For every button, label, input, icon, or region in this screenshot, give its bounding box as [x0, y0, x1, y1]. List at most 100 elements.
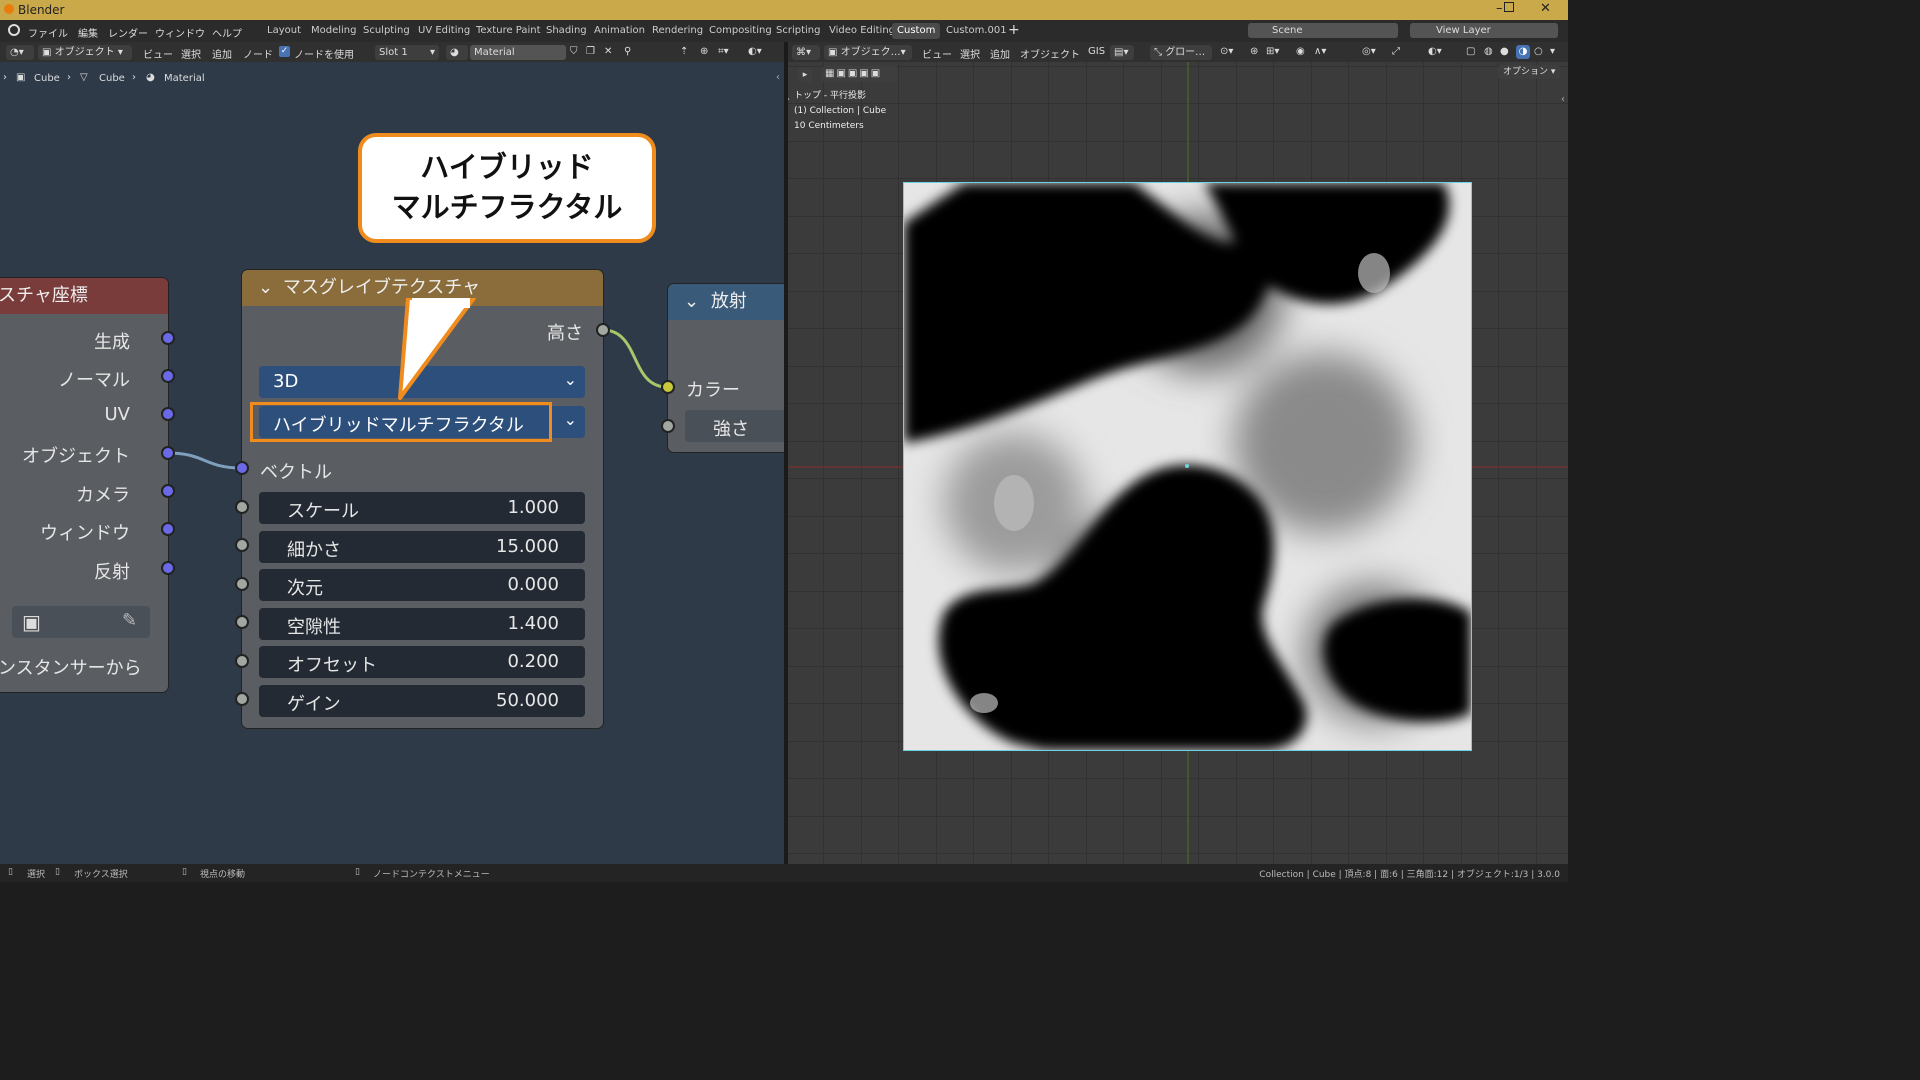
- input-dimension-socket[interactable]: [235, 577, 249, 591]
- falloff-icon[interactable]: ∧▾: [1314, 46, 1326, 57]
- menu-node[interactable]: ノード: [243, 46, 273, 61]
- snap-settings-icon[interactable]: ⌗▾: [718, 46, 729, 57]
- gis-icon[interactable]: ▤▾: [1110, 45, 1134, 60]
- overlay-icon[interactable]: ◐▾: [748, 46, 762, 57]
- shading-options-icon[interactable]: ▾: [1550, 46, 1555, 57]
- add-workspace-icon[interactable]: +: [1008, 22, 1020, 38]
- viewport-menu-select[interactable]: 選択: [960, 46, 980, 61]
- blender-menu-icon[interactable]: [8, 24, 20, 36]
- viewport-menu-view[interactable]: ビュー: [922, 46, 952, 61]
- snap-toggle-icon[interactable]: ⊛: [1250, 46, 1258, 57]
- menu-select[interactable]: 選択: [181, 46, 201, 61]
- wireframe-shading-icon[interactable]: ◍: [1484, 46, 1493, 57]
- viewport-overlay-icon[interactable]: ◐▾: [1428, 46, 1442, 57]
- editor-type-menu[interactable]: ◔▾: [6, 45, 34, 60]
- toolbar-toggle-icon[interactable]: ›: [788, 94, 790, 105]
- tab-uv-editing[interactable]: UV Editing: [413, 23, 475, 39]
- parent-node-icon[interactable]: ⇡: [680, 46, 688, 57]
- input-lacunarity-socket[interactable]: [235, 615, 249, 629]
- output-uv-socket[interactable]: [161, 407, 175, 421]
- menu-help[interactable]: ヘルプ: [212, 25, 242, 40]
- input-strength-socket[interactable]: [661, 419, 675, 433]
- tab-layout[interactable]: Layout: [262, 23, 306, 39]
- strength-field[interactable]: 強さ: [685, 410, 784, 442]
- gizmo-icon[interactable]: ⤢: [1392, 46, 1400, 57]
- viewport-menu-object[interactable]: オブジェクト: [1020, 46, 1080, 61]
- pivot-icon[interactable]: ⊙▾: [1220, 46, 1233, 57]
- viewport-editor-type-menu[interactable]: ⌘▾: [792, 45, 820, 60]
- input-scale-socket[interactable]: [235, 500, 249, 514]
- menu-window[interactable]: ウィンドウ: [155, 25, 205, 40]
- emission-node[interactable]: ⌄ 放射 カラー 強さ: [661, 284, 784, 452]
- pin-icon[interactable]: ⚲: [624, 46, 631, 57]
- collapse-chevron-icon[interactable]: ⌄: [258, 277, 273, 298]
- transform-orientation-dropdown[interactable]: ⤡ グロー…▾: [1150, 45, 1212, 73]
- proportional-edit-icon[interactable]: ◉: [1296, 46, 1305, 57]
- tab-video-editing[interactable]: Video Editing: [824, 23, 900, 39]
- slot-dropdown[interactable]: Slot 1 ▾: [375, 45, 439, 60]
- offset-field[interactable]: オフセット 0.200: [259, 646, 585, 678]
- rendered-shading-icon[interactable]: ○: [1534, 46, 1543, 57]
- xray-icon[interactable]: ▢: [1466, 46, 1475, 57]
- tab-scripting[interactable]: Scripting: [771, 23, 825, 39]
- scene-selector[interactable]: Scene: [1248, 23, 1398, 38]
- tab-custom[interactable]: Custom: [892, 23, 941, 39]
- input-detail-socket[interactable]: [235, 538, 249, 552]
- tab-shading[interactable]: Shading: [541, 23, 592, 39]
- 3d-viewport[interactable]: ▸ ▦▣▣▣▣ トップ - 平行投影 (1) Collection | Cube…: [788, 62, 1568, 864]
- fake-user-icon[interactable]: ⛉: [570, 46, 578, 57]
- output-camera-socket[interactable]: [161, 484, 175, 498]
- material-preview-shading-icon[interactable]: ◑: [1516, 45, 1530, 59]
- snap-element-icon[interactable]: ⊞▾: [1266, 46, 1279, 57]
- tab-modeling[interactable]: Modeling: [306, 23, 362, 39]
- viewport-mode-dropdown[interactable]: ▣ オブジェク…▾: [824, 45, 912, 60]
- visibility-icon[interactable]: ◎▾: [1362, 46, 1376, 57]
- tab-custom-001[interactable]: Custom.001: [941, 23, 1012, 39]
- input-offset-socket[interactable]: [235, 654, 249, 668]
- select-mode-buttons[interactable]: ▦▣▣▣▣: [822, 66, 898, 82]
- menu-edit[interactable]: 編集: [78, 25, 98, 40]
- eyedropper-icon[interactable]: ✎: [122, 610, 137, 631]
- output-window-socket[interactable]: [161, 522, 175, 536]
- scale-field[interactable]: スケール 1.000: [259, 492, 585, 524]
- input-vector-socket[interactable]: [235, 461, 249, 475]
- tab-texture-paint[interactable]: Texture Paint: [471, 23, 546, 39]
- snap-icon[interactable]: ⊕: [700, 46, 708, 57]
- options-dropdown[interactable]: オプション ▾: [1498, 65, 1561, 79]
- tab-sculpting[interactable]: Sculpting: [358, 23, 415, 39]
- node-editor-canvas[interactable]: › ▣ Cube › ▽ Cube › ◕ Material スチャ座標 生成 …: [0, 62, 784, 864]
- close-icon[interactable]: ✕: [1540, 1, 1551, 16]
- output-object-socket[interactable]: [161, 446, 175, 460]
- output-height-socket[interactable]: [596, 323, 610, 337]
- duplicate-material-icon[interactable]: ❐: [586, 46, 595, 57]
- texture-coordinate-header[interactable]: スチャ座標: [0, 278, 168, 314]
- output-reflection-socket[interactable]: [161, 561, 175, 575]
- use-nodes-checkbox[interactable]: ✓: [279, 46, 290, 57]
- object-picker-field[interactable]: ▣ ✎: [12, 606, 150, 638]
- input-color-socket[interactable]: [661, 380, 675, 394]
- lacunarity-field[interactable]: 空隙性 1.400: [259, 608, 585, 640]
- unlink-material-icon[interactable]: ✕: [604, 46, 612, 57]
- tab-animation[interactable]: Animation: [589, 23, 650, 39]
- minimize-icon[interactable]: –: [1496, 1, 1503, 16]
- menu-file[interactable]: ファイル: [28, 25, 68, 40]
- tab-rendering[interactable]: Rendering: [647, 23, 708, 39]
- cube-top-face[interactable]: [904, 183, 1471, 750]
- output-normal-socket[interactable]: [161, 369, 175, 383]
- input-gain-socket[interactable]: [235, 692, 249, 706]
- viewport-menu-gis[interactable]: GIS: [1088, 46, 1105, 57]
- detail-field[interactable]: 細かさ 15.000: [259, 531, 585, 563]
- menu-render[interactable]: レンダー: [108, 25, 148, 40]
- menu-add[interactable]: 追加: [212, 46, 232, 61]
- emission-header[interactable]: ⌄ 放射: [668, 284, 784, 320]
- material-name-field[interactable]: Material: [470, 45, 566, 60]
- material-browse-icon[interactable]: ◕: [446, 45, 468, 60]
- texture-coordinate-node[interactable]: スチャ座標 生成 ノーマル UV オブジェクト カメラ ウィンドウ 反射 ▣ ✎…: [0, 278, 175, 692]
- output-generated-socket[interactable]: [161, 331, 175, 345]
- sidebar-toggle-icon[interactable]: ‹: [776, 72, 780, 83]
- view-layer-selector[interactable]: View Layer: [1410, 23, 1558, 38]
- viewport-sidebar-toggle-icon[interactable]: ‹: [1561, 94, 1565, 105]
- viewport-menu-add[interactable]: 追加: [990, 46, 1010, 61]
- gain-field[interactable]: ゲイン 50.000: [259, 685, 585, 717]
- dimension-field[interactable]: 次元 0.000: [259, 569, 585, 601]
